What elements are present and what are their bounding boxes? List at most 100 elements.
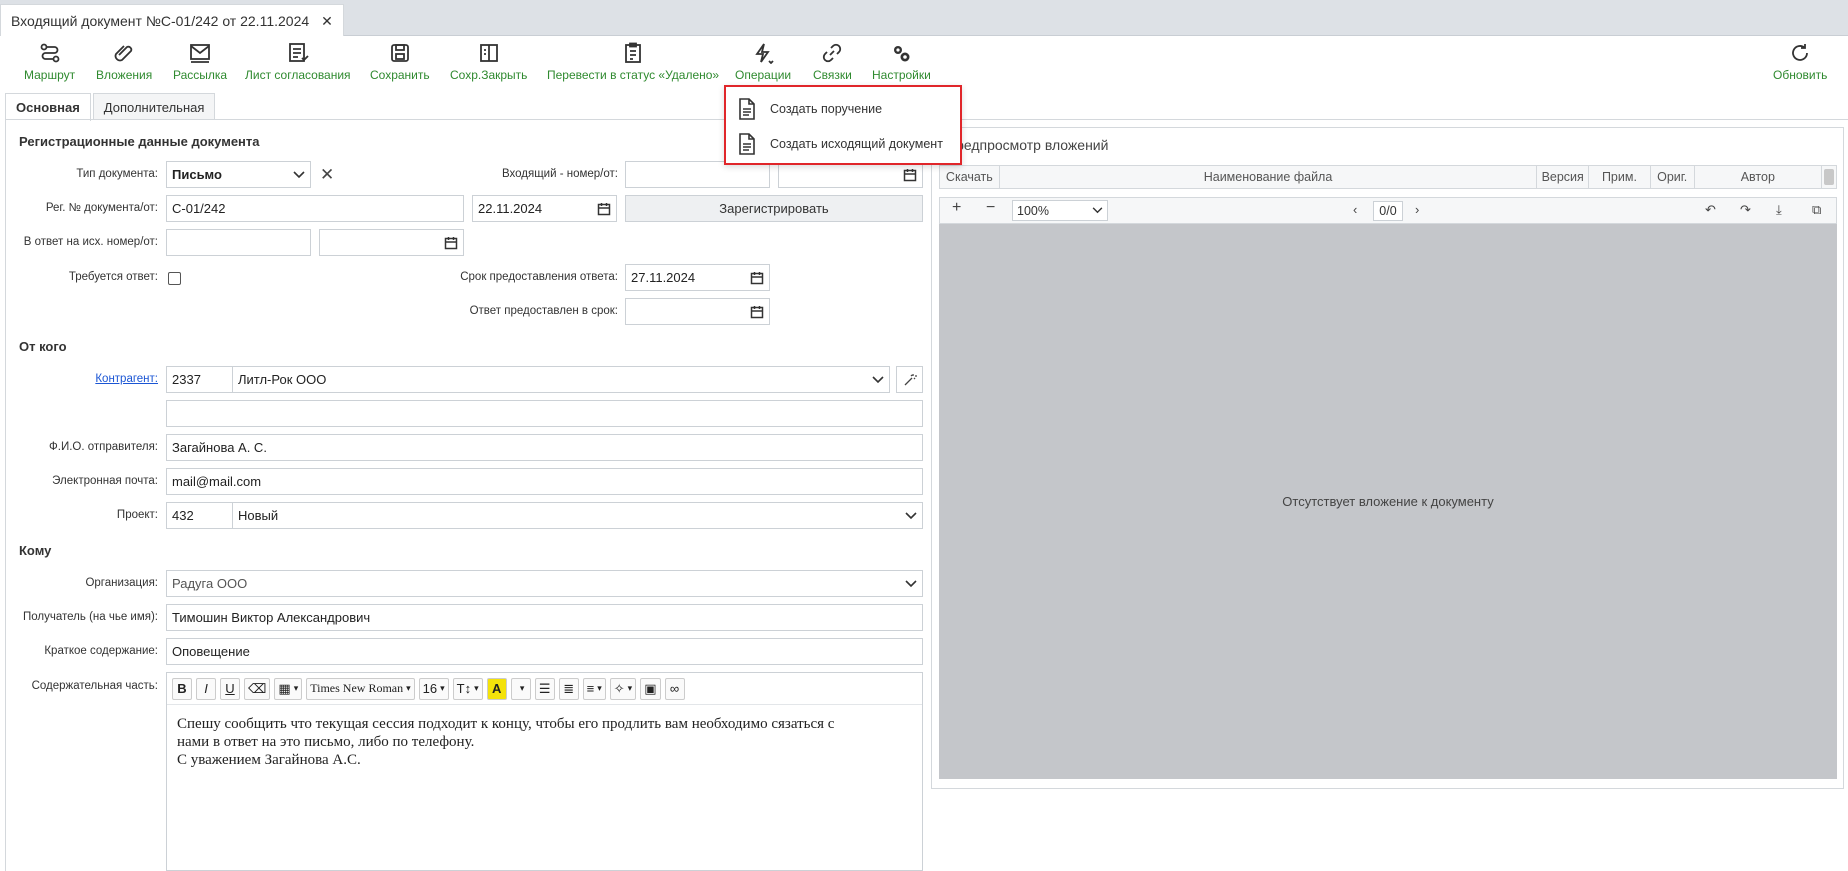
create-outgoing-menu-item[interactable]: Создать исходящий документ — [738, 131, 943, 157]
image-icon[interactable]: ▣ — [640, 677, 661, 700]
eraser-icon[interactable]: ⌫ — [244, 677, 271, 700]
numbered-list-icon[interactable]: ≣ — [558, 677, 579, 700]
attachments-button[interactable]: Вложения — [96, 42, 152, 82]
refresh-label: Обновить — [1773, 68, 1828, 82]
attachments-grid-header: Скачать Наименование файла Версия Прим. … — [939, 165, 1837, 189]
refresh-button[interactable]: Обновить — [1773, 42, 1827, 82]
underline-button[interactable]: U — [220, 677, 240, 700]
project-code-field[interactable]: 432 — [166, 502, 233, 529]
answered-date-field[interactable] — [625, 298, 770, 325]
contractor-link[interactable]: Контрагент: — [95, 373, 158, 385]
doc-type-select[interactable]: Письмо — [166, 161, 311, 188]
contractor-extra-field[interactable] — [166, 400, 923, 427]
register-button[interactable]: Зарегистрировать — [625, 195, 923, 222]
contractor-select[interactable]: Литл-Рок ООО — [232, 366, 890, 393]
org-select[interactable]: Радуга ООО — [166, 570, 923, 597]
no-attachment-message: Отсутствует вложение к документу — [1282, 494, 1494, 509]
italic-button[interactable]: I — [196, 677, 216, 700]
prev-page-icon[interactable]: ‹ — [1353, 202, 1357, 217]
refresh-icon — [1792, 44, 1809, 61]
tab-main[interactable]: Основная — [5, 93, 91, 121]
col-author[interactable]: Автор — [1695, 166, 1823, 188]
close-icon[interactable]: ✕ — [321, 14, 333, 28]
summary-field[interactable]: Оповещение — [166, 638, 923, 665]
calendar-icon — [750, 305, 764, 318]
link-icon[interactable]: ∞ — [664, 677, 685, 700]
project-select[interactable]: Новый — [232, 502, 923, 529]
open-external-icon[interactable]: ⧉ — [1812, 202, 1821, 218]
bold-button[interactable]: B — [172, 677, 192, 700]
incoming-number-field[interactable] — [625, 161, 770, 188]
grid-scrollbar[interactable] — [1824, 169, 1834, 185]
zoom-in-icon[interactable]: + — [952, 199, 961, 217]
magic-wand-button[interactable] — [896, 366, 923, 393]
col-version[interactable]: Версия — [1537, 166, 1590, 188]
operations-button[interactable]: Операции — [735, 42, 791, 82]
content-label: Содержательная часть: — [31, 680, 158, 692]
highlight-dropdown[interactable] — [510, 677, 531, 700]
col-download[interactable]: Скачать — [940, 166, 1000, 188]
create-outgoing-label: Создать исходящий документ — [770, 137, 943, 151]
zoom-out-icon[interactable]: − — [986, 199, 995, 217]
rich-text-editor[interactable]: B I U ⌫ ▦ Times New Roman 16 T↕ A ☰ ≣ ≡ … — [166, 672, 923, 871]
size-select[interactable]: 16 — [418, 677, 449, 700]
zoom-select[interactable]: 100% — [1012, 200, 1108, 221]
bullet-list-icon[interactable]: ☰ — [534, 677, 555, 700]
rotate-left-icon[interactable]: ↶ — [1705, 202, 1716, 218]
col-note[interactable]: Прим. — [1589, 166, 1651, 188]
col-orig[interactable]: Ориг. — [1651, 166, 1695, 188]
reg-number-field[interactable]: С-01/242 — [166, 195, 464, 222]
sender-field[interactable]: Загайнова А. С. — [166, 434, 923, 461]
font-select[interactable]: Times New Roman — [306, 677, 415, 700]
reply-to-number-field[interactable] — [166, 229, 311, 256]
contractor-code-field[interactable]: 2337 — [166, 366, 233, 393]
editor-body[interactable]: Спешу сообщить что текущая сессия подход… — [167, 705, 922, 779]
save-button[interactable]: Сохранить — [370, 42, 430, 82]
editor-line-2: нами в ответ на это письмо, либо по теле… — [177, 734, 475, 750]
email-field[interactable]: mail@mail.com — [166, 468, 923, 495]
chevron-down-icon — [872, 375, 884, 383]
project-code-value: 432 — [172, 508, 194, 523]
calendar-icon — [903, 168, 917, 181]
table-button[interactable]: ▦ — [274, 677, 303, 700]
clear-icon[interactable]: ✕ — [320, 165, 334, 185]
save-close-icon — [479, 44, 498, 62]
reply-to-date-field[interactable] — [319, 229, 464, 256]
incoming-date-field[interactable] — [778, 161, 923, 188]
editor-toolbar: B I U ⌫ ▦ Times New Roman 16 T↕ A ☰ ≣ ≡ … — [167, 673, 922, 705]
save-close-label: Сохр.Закрыть — [450, 68, 528, 82]
save-close-button[interactable]: Сохр.Закрыть — [450, 42, 527, 82]
text-height-button[interactable]: T↕ — [452, 677, 483, 700]
align-icon[interactable]: ≡ — [582, 677, 606, 700]
tab-additional[interactable]: Дополнительная — [92, 93, 216, 120]
incoming-label: Входящий - номер/от: — [501, 168, 618, 180]
recipient-field[interactable]: Тимошин Виктор Александрович — [166, 604, 923, 631]
font-value: Times New Roman — [310, 681, 404, 695]
calendar-icon — [750, 271, 764, 284]
reg-date-field[interactable]: 22.11.2024 — [472, 195, 617, 222]
page-indicator[interactable]: 0/0 — [1373, 201, 1403, 221]
document-icon — [739, 133, 755, 155]
magic-icon[interactable]: ✧ — [609, 677, 637, 700]
summary-value: Оповещение — [172, 644, 250, 659]
document-tab-title: Входящий документ №С-01/242 от 22.11.202… — [11, 12, 310, 29]
rotate-right-icon[interactable]: ↷ — [1740, 202, 1751, 218]
create-order-menu-item[interactable]: Создать поручение — [738, 96, 882, 122]
links-button[interactable]: Связки — [813, 42, 852, 82]
lightning-icon — [755, 43, 774, 64]
approval-sheet-button[interactable]: Лист согласования — [245, 42, 351, 82]
download-icon[interactable]: ⤓ — [1776, 202, 1782, 218]
col-filename[interactable]: Наименование файла — [1000, 166, 1538, 188]
delete-status-icon — [625, 42, 641, 63]
highlight-color-button[interactable]: A — [486, 677, 507, 700]
next-page-icon[interactable]: › — [1415, 202, 1419, 217]
sender-value: Загайнова А. С. — [172, 440, 267, 455]
settings-button[interactable]: Настройки — [872, 42, 931, 82]
to-deleted-button[interactable]: Перевести в статус «Удалено» — [547, 42, 719, 82]
document-tab[interactable]: Входящий документ №С-01/242 от 22.11.202… — [0, 4, 344, 36]
deadline-field[interactable]: 27.11.2024 — [625, 264, 770, 291]
mailing-button[interactable]: Рассылка — [173, 42, 227, 82]
reply-required-checkbox[interactable] — [168, 272, 181, 285]
reg-number-value: С-01/242 — [172, 201, 226, 216]
route-button[interactable]: Маршрут — [24, 42, 75, 82]
